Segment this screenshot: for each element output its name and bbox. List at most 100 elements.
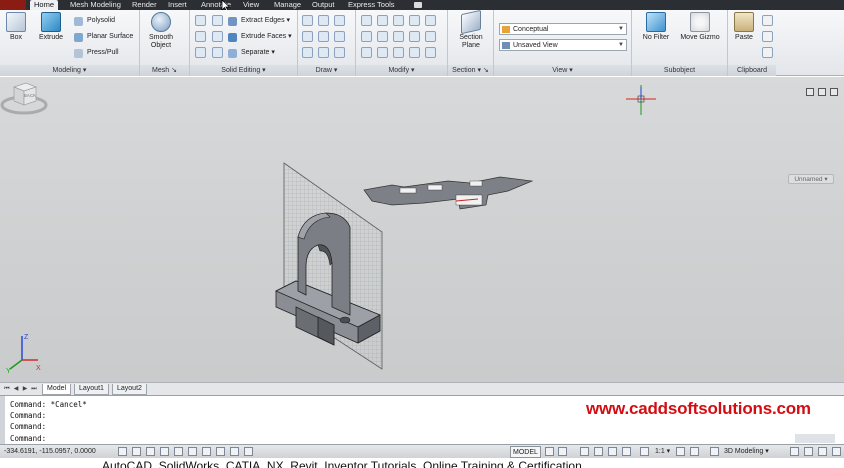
scale-icon[interactable] bbox=[393, 47, 404, 58]
extrude-button[interactable]: Extrude bbox=[36, 12, 66, 42]
extract-edges-button[interactable]: Extract Edges ▾ bbox=[228, 15, 290, 27]
move-icon[interactable] bbox=[361, 15, 372, 26]
3d-rotate-icon[interactable] bbox=[377, 31, 388, 42]
lock-icon[interactable] bbox=[790, 447, 799, 456]
ribbon-minimize-icon[interactable] bbox=[414, 2, 422, 8]
workspace-switch-icon[interactable] bbox=[710, 447, 719, 456]
mirror-icon[interactable] bbox=[409, 31, 420, 42]
grid-display-icon[interactable] bbox=[132, 447, 141, 456]
last-layout-icon[interactable]: ⏭ bbox=[30, 385, 38, 393]
panel-title-section[interactable]: Section ▾ ↘ bbox=[448, 65, 493, 76]
annotation-visibility-icon[interactable] bbox=[676, 447, 685, 456]
showmotion-icon[interactable] bbox=[622, 447, 631, 456]
tab-render[interactable]: Render bbox=[128, 0, 161, 10]
pan-icon[interactable] bbox=[580, 447, 589, 456]
panel-title-modify[interactable]: Modify ▾ bbox=[356, 65, 447, 76]
panel-title-solid-editing[interactable]: Solid Editing ▾ bbox=[190, 65, 297, 76]
panel-title-modeling[interactable]: Modeling ▾ bbox=[0, 65, 139, 76]
first-layout-icon[interactable]: ⏮ bbox=[3, 385, 11, 393]
trim-icon[interactable] bbox=[409, 15, 420, 26]
command-prompt[interactable]: Command: bbox=[10, 434, 46, 444]
object-snap-tracking-icon[interactable] bbox=[202, 447, 211, 456]
object-snap-icon[interactable] bbox=[174, 447, 183, 456]
intersect-icon[interactable] bbox=[195, 47, 206, 58]
erase-icon[interactable] bbox=[425, 47, 436, 58]
ucs-menu[interactable]: Unnamed ▾ bbox=[788, 174, 834, 184]
copy-clip-icon[interactable] bbox=[762, 31, 773, 42]
move-gizmo-button[interactable]: Move Gizmo bbox=[676, 12, 724, 42]
imprint-icon[interactable] bbox=[212, 15, 223, 26]
tab-model[interactable]: Model bbox=[42, 384, 72, 395]
viewport-restore-icon[interactable] bbox=[818, 88, 826, 96]
3d-object-snap-icon[interactable] bbox=[188, 447, 197, 456]
smooth-object-button[interactable]: Smooth Object bbox=[144, 12, 178, 50]
3d-move-icon[interactable] bbox=[393, 15, 404, 26]
quick-view-layouts-icon[interactable] bbox=[545, 447, 554, 456]
dynamic-ucs-icon[interactable] bbox=[216, 447, 225, 456]
drawing-viewport[interactable]: Z X Y BACK Unnamed ▾ bbox=[0, 77, 844, 382]
tab-insert[interactable]: Insert bbox=[164, 0, 191, 10]
interfere-icon[interactable] bbox=[212, 31, 223, 42]
dynamic-input-icon[interactable] bbox=[230, 447, 239, 456]
panel-title-mesh[interactable]: Mesh ↘ bbox=[140, 65, 189, 76]
extrude-faces-button[interactable]: Extrude Faces ▾ bbox=[228, 31, 292, 43]
annotation-scale[interactable]: 1:1 ▾ bbox=[655, 445, 670, 459]
workspace-menu[interactable]: 3D Modeling ▾ bbox=[724, 445, 769, 459]
align-icon[interactable] bbox=[393, 31, 404, 42]
isolate-objects-icon[interactable] bbox=[818, 447, 827, 456]
polar-tracking-icon[interactable] bbox=[160, 447, 169, 456]
tab-mesh-modeling[interactable]: Mesh Modeling bbox=[66, 0, 125, 10]
command-window-grip[interactable] bbox=[0, 396, 5, 445]
slice-icon[interactable] bbox=[212, 47, 223, 58]
presspull-button[interactable]: Press/Pull bbox=[74, 47, 119, 59]
3d-align-icon[interactable] bbox=[377, 47, 388, 58]
named-view-dropdown[interactable]: Unsaved View ▼ bbox=[499, 39, 627, 51]
lineweight-icon[interactable] bbox=[244, 447, 253, 456]
fillet-icon[interactable] bbox=[425, 15, 436, 26]
planar-surface-button[interactable]: Planar Surface bbox=[74, 31, 133, 43]
section-profile[interactable] bbox=[363, 176, 534, 210]
box-button[interactable]: Box bbox=[4, 12, 28, 42]
ortho-mode-icon[interactable] bbox=[146, 447, 155, 456]
subtract-icon[interactable] bbox=[195, 31, 206, 42]
tab-manage[interactable]: Manage bbox=[270, 0, 305, 10]
visual-style-dropdown[interactable]: Conceptual ▼ bbox=[499, 23, 627, 35]
annotation-scale-icon[interactable] bbox=[640, 447, 649, 456]
tab-layout1[interactable]: Layout1 bbox=[74, 384, 109, 395]
rotate-icon[interactable] bbox=[377, 15, 388, 26]
command-scrollbar[interactable] bbox=[795, 434, 835, 443]
viewport-close-icon[interactable] bbox=[830, 88, 838, 96]
union-icon[interactable] bbox=[195, 15, 206, 26]
hardware-acceleration-icon[interactable] bbox=[804, 447, 813, 456]
copy-icon[interactable] bbox=[361, 31, 372, 42]
properties-icon[interactable] bbox=[409, 47, 420, 58]
polygon-icon[interactable] bbox=[302, 47, 313, 58]
spline-icon[interactable] bbox=[318, 31, 329, 42]
array-icon[interactable] bbox=[361, 47, 372, 58]
model-space-button[interactable]: MODEL bbox=[510, 446, 541, 458]
tab-view[interactable]: View bbox=[239, 0, 263, 10]
tab-output[interactable]: Output bbox=[308, 0, 339, 10]
panel-title-view[interactable]: View ▾ bbox=[494, 65, 631, 76]
no-filter-button[interactable]: No Filter bbox=[636, 12, 676, 42]
paste-button[interactable]: Paste bbox=[732, 12, 756, 42]
quick-view-drawings-icon[interactable] bbox=[558, 447, 567, 456]
arc-icon[interactable] bbox=[334, 15, 345, 26]
steeringwheel-icon[interactable] bbox=[608, 447, 617, 456]
circle-icon[interactable] bbox=[334, 31, 345, 42]
snap-mode-icon[interactable] bbox=[118, 447, 127, 456]
cut-icon[interactable] bbox=[762, 15, 773, 26]
prev-layout-icon[interactable]: ◀ bbox=[12, 385, 20, 393]
next-layout-icon[interactable]: ▶ bbox=[21, 385, 29, 393]
section-plane-button[interactable]: Section Plane bbox=[454, 9, 488, 50]
polyline-icon[interactable] bbox=[302, 31, 313, 42]
line-icon[interactable] bbox=[318, 15, 329, 26]
ellipse-icon[interactable] bbox=[334, 47, 345, 58]
application-menu-button[interactable] bbox=[0, 0, 26, 10]
tab-home[interactable]: Home bbox=[30, 0, 59, 10]
clean-screen-icon[interactable] bbox=[832, 447, 841, 456]
tab-layout2[interactable]: Layout2 bbox=[112, 384, 147, 395]
match-properties-icon[interactable] bbox=[762, 47, 773, 58]
auto-scale-icon[interactable] bbox=[690, 447, 699, 456]
viewport-minimize-icon[interactable] bbox=[806, 88, 814, 96]
